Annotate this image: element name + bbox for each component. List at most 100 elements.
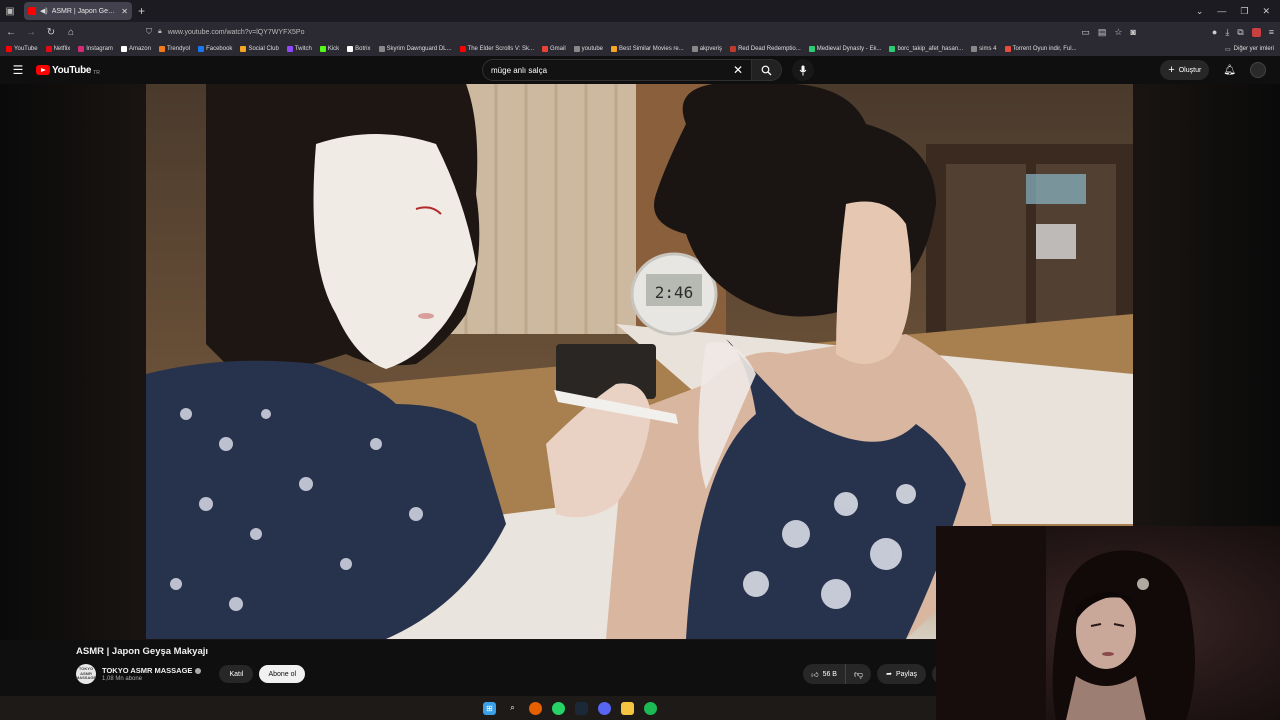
bookmark-item[interactable]: Facebook: [198, 46, 232, 52]
bookmark-item[interactable]: sims 4: [971, 46, 997, 52]
file-explorer-icon[interactable]: [621, 701, 634, 715]
webcam-feed: [936, 526, 1195, 720]
join-button[interactable]: Katıl: [219, 665, 254, 683]
like-button[interactable]: 👍︎ 56 B: [803, 664, 846, 684]
bookmark-item[interactable]: Trendyol: [158, 46, 190, 52]
bookmark-item[interactable]: Medieval Dynasty - Ek...: [808, 46, 881, 52]
downloads-icon[interactable]: ⤓: [1225, 27, 1229, 38]
bookmark-item[interactable]: borc_takip_afet_hasan...: [889, 46, 963, 52]
bookmark-item[interactable]: Twitch: [286, 46, 312, 52]
bookmark-favicon-icon: [319, 46, 326, 52]
bookmark-item[interactable]: Netflix: [45, 46, 71, 52]
bookmark-item[interactable]: Instagram: [78, 46, 113, 52]
bookmark-item[interactable]: Skyrim Dawnguard DL...: [378, 46, 452, 52]
search-input[interactable]: müge anlı salça ✕: [482, 59, 752, 81]
restore-icon[interactable]: ❐: [1240, 6, 1248, 17]
tab-overview-icon[interactable]: ▣: [0, 0, 20, 22]
close-tab-icon[interactable]: ✕: [121, 7, 128, 16]
screenshot-icon[interactable]: ◙: [1130, 27, 1135, 37]
forward-icon[interactable]: →: [26, 27, 36, 38]
bookmark-favicon-icon: [889, 46, 896, 52]
voice-search-button[interactable]: [792, 59, 814, 81]
dislike-button[interactable]: 👎︎: [846, 669, 871, 680]
browser-tab-bar: ▣ ◀) ASMR | Japon Geyşa Makyajı ✕ + ⌄ — …: [0, 0, 1280, 22]
account-icon[interactable]: ●: [1212, 27, 1217, 37]
bookmark-item[interactable]: Botrix: [347, 46, 371, 52]
whatsapp-icon[interactable]: [552, 701, 565, 715]
bookmark-label: Botrix: [355, 46, 371, 52]
account-avatar[interactable]: [1250, 62, 1266, 78]
shield-icon[interactable]: ⛉: [146, 27, 152, 37]
window-controls: ⌄ — ❐ ✕: [1196, 6, 1280, 17]
clear-search-icon[interactable]: ✕: [733, 63, 743, 77]
create-label: Oluştur: [1178, 66, 1202, 74]
share-button[interactable]: ➦ Paylaş: [877, 664, 926, 684]
bookmark-item[interactable]: YouTube: [6, 46, 38, 52]
close-window-icon[interactable]: ✕: [1262, 6, 1270, 17]
bookmark-label: youtube: [581, 46, 604, 52]
bookmark-favicon-icon: [573, 46, 580, 52]
search-button[interactable]: [752, 59, 782, 81]
subscribe-button[interactable]: Abone ol: [259, 665, 306, 683]
search-query[interactable]: müge anlı salça: [491, 66, 733, 75]
bookmark-star-icon[interactable]: ☆: [1114, 27, 1122, 38]
extension-icon[interactable]: [1251, 27, 1261, 37]
bookmark-favicon-icon: [286, 46, 293, 52]
bookmark-item[interactable]: Social Club: [240, 46, 279, 52]
youtube-logo[interactable]: YouTube TR: [36, 64, 100, 76]
header-actions: + Oluştur 🔔︎: [1160, 60, 1266, 80]
extensions-icon[interactable]: ⧉: [1237, 27, 1243, 38]
url-field[interactable]: ⛉ 🔒︎ www.youtube.com/watch?v=lQY7WYFX5Po: [146, 27, 1046, 37]
bookmark-item[interactable]: Kick: [319, 46, 339, 52]
like-count: 56 B: [822, 670, 837, 678]
other-bookmarks[interactable]: ▭ Diğer yer imleri: [1225, 46, 1274, 53]
taskbar-search-icon[interactable]: ⌕: [506, 702, 519, 715]
speaker-icon[interactable]: ◀): [40, 7, 48, 15]
bookmark-item[interactable]: Best Similar Movies re...: [611, 46, 684, 52]
channel-name-row[interactable]: TOKYO ASMR MASSAGE: [102, 666, 202, 675]
reader-icon[interactable]: ▤: [1098, 27, 1107, 38]
hamburger-menu-icon[interactable]: ☰: [0, 63, 36, 77]
menu-icon[interactable]: ≡: [1269, 27, 1274, 37]
spotify-icon[interactable]: [644, 701, 657, 715]
tab-list-chevron-icon[interactable]: ⌄: [1196, 6, 1204, 17]
windows-start-icon[interactable]: ⊞: [483, 701, 496, 715]
other-bookmarks-label: Diğer yer imleri: [1233, 46, 1274, 52]
bookmark-item[interactable]: akpveriş: [691, 46, 722, 52]
search-icon: [761, 65, 772, 75]
channel-avatar[interactable]: TOKYO ASMR MASSAGE: [76, 664, 96, 684]
pip-icon[interactable]: ▭: [1081, 27, 1090, 38]
bookmark-label: Netflix: [53, 46, 71, 52]
minimize-icon[interactable]: —: [1217, 6, 1226, 16]
bookmark-item[interactable]: The Elder Scrolls V: Sk...: [459, 46, 534, 52]
bookmark-item[interactable]: youtube: [573, 46, 604, 52]
bookmark-favicon-icon: [542, 46, 548, 52]
steam-icon[interactable]: [575, 701, 588, 715]
back-icon[interactable]: ←: [6, 27, 16, 38]
bookmark-item[interactable]: Red Dead Redemptio...: [730, 46, 801, 52]
create-button[interactable]: + Oluştur: [1160, 60, 1210, 80]
bookmark-label: Facebook: [206, 46, 233, 52]
bookmark-label: Social Club: [248, 46, 279, 52]
firefox-icon[interactable]: [529, 701, 542, 715]
new-tab-icon[interactable]: +: [138, 4, 145, 18]
channel-row: TOKYO ASMR MASSAGE TOKYO ASMR MASSAGE 1,…: [76, 662, 946, 686]
bookmark-label: Red Dead Redemptio...: [738, 46, 801, 52]
browser-tab-active[interactable]: ◀) ASMR | Japon Geyşa Makyajı ✕: [24, 2, 132, 20]
bookmark-item[interactable]: Torrent Oyun indir, Ful...: [1004, 46, 1077, 52]
thumbs-down-icon: 👎︎: [853, 668, 864, 679]
bookmark-favicon-icon: [611, 46, 618, 52]
bookmark-item[interactable]: Gmail: [542, 46, 566, 52]
bookmark-label: Twitch: [294, 46, 312, 52]
discord-icon[interactable]: [598, 701, 611, 715]
lock-icon[interactable]: 🔒︎: [158, 28, 162, 36]
bookmark-favicon-icon: [691, 46, 698, 52]
plus-icon: +: [1168, 64, 1175, 76]
reload-icon[interactable]: ↻: [46, 27, 56, 38]
url-text[interactable]: www.youtube.com/watch?v=lQY7WYFX5Po: [168, 29, 305, 36]
channel-name[interactable]: TOKYO ASMR MASSAGE: [102, 666, 192, 675]
bookmark-label: The Elder Scrolls V: Sk...: [467, 46, 534, 52]
home-icon[interactable]: ⌂: [66, 27, 76, 38]
bookmark-item[interactable]: Amazon: [120, 46, 151, 52]
notifications-bell-icon[interactable]: 🔔︎: [1223, 65, 1236, 76]
